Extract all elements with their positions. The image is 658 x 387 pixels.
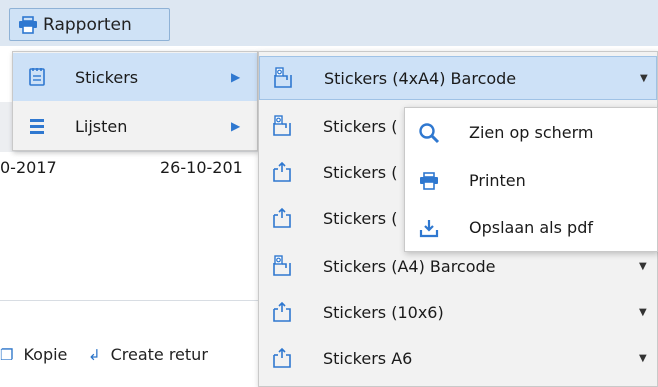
date-cell: 0-2017 [0,158,57,177]
menu-item-label: Stickers ( [323,208,398,228]
kopie-button[interactable]: ❐ Kopie [0,345,67,364]
printer-icon [16,13,40,37]
sticker-icon [271,347,293,369]
menu-item-label: Lijsten [75,116,128,136]
menu-item-stickers-10x6[interactable]: Stickers (10x6) ▼ [259,290,657,334]
menu-item-opslaan-als-pdf[interactable]: Opslaan als pdf [405,204,657,251]
create-return-button[interactable]: ↲ Create retur [88,345,208,364]
menu-item-label: Stickers ( [323,116,398,136]
return-arrow-icon: ↲ [88,345,101,364]
menu-item-label: Stickers [75,67,139,87]
menu-item-zien-op-scherm[interactable]: Zien op scherm [405,109,657,156]
submenu-arrow-icon: ▶ [231,70,241,84]
rapporten-menu: Stickers ▶ Lijsten ▶ [12,51,258,151]
barcode-sticker-icon [271,255,293,277]
kopie-label: Kopie [23,345,68,364]
menu-item-label: Stickers (A4) Barcode [323,256,496,276]
sticker-sheet-icon [26,66,48,88]
menu-item-label: Stickers ( [323,162,398,182]
menu-item-label: Printen [469,171,526,190]
rapporten-label: Rapporten [43,14,132,35]
menu-item-label: Opslaan als pdf [469,218,593,237]
sticker-icon [271,207,293,229]
menu-item-label: Stickers (10x6) [323,302,444,322]
barcode-sticker-icon [271,115,293,137]
download-icon [417,216,441,240]
chevron-down-icon: ▼ [639,306,647,318]
chevron-down-icon: ▼ [640,72,648,84]
printer-icon [417,169,441,193]
menu-item-stickers[interactable]: Stickers ▶ [13,53,257,101]
menu-item-lijsten[interactable]: Lijsten ▶ [13,102,257,150]
menu-item-label: Stickers A6 [323,348,413,368]
chevron-down-icon: ▼ [639,352,647,364]
date-cell: 26-10-201 [160,158,243,177]
menu-item-printen[interactable]: Printen [405,157,657,204]
copy-icon: ❐ [0,345,14,364]
barcode-sticker-icon [272,67,294,89]
list-icon [26,115,48,137]
menu-item-stickers-a6[interactable]: Stickers A6 ▼ [259,336,657,380]
sticker-icon [271,301,293,323]
rapporten-button[interactable]: Rapporten [9,8,170,41]
menu-item-label: Zien op scherm [469,123,594,142]
chevron-down-icon: ▼ [639,260,647,272]
menu-item-stickers-4xa4-barcode[interactable]: Stickers (4xA4) Barcode ▼ [259,56,657,100]
divider [0,300,260,301]
submenu-arrow-icon: ▶ [231,119,241,133]
menu-item-label: Stickers (4xA4) Barcode [324,68,517,88]
magnifier-icon [417,121,441,145]
create-return-label: Create retur [110,345,208,364]
output-submenu: Zien op scherm Printen Opslaan als pdf [404,107,658,252]
sticker-icon [271,161,293,183]
